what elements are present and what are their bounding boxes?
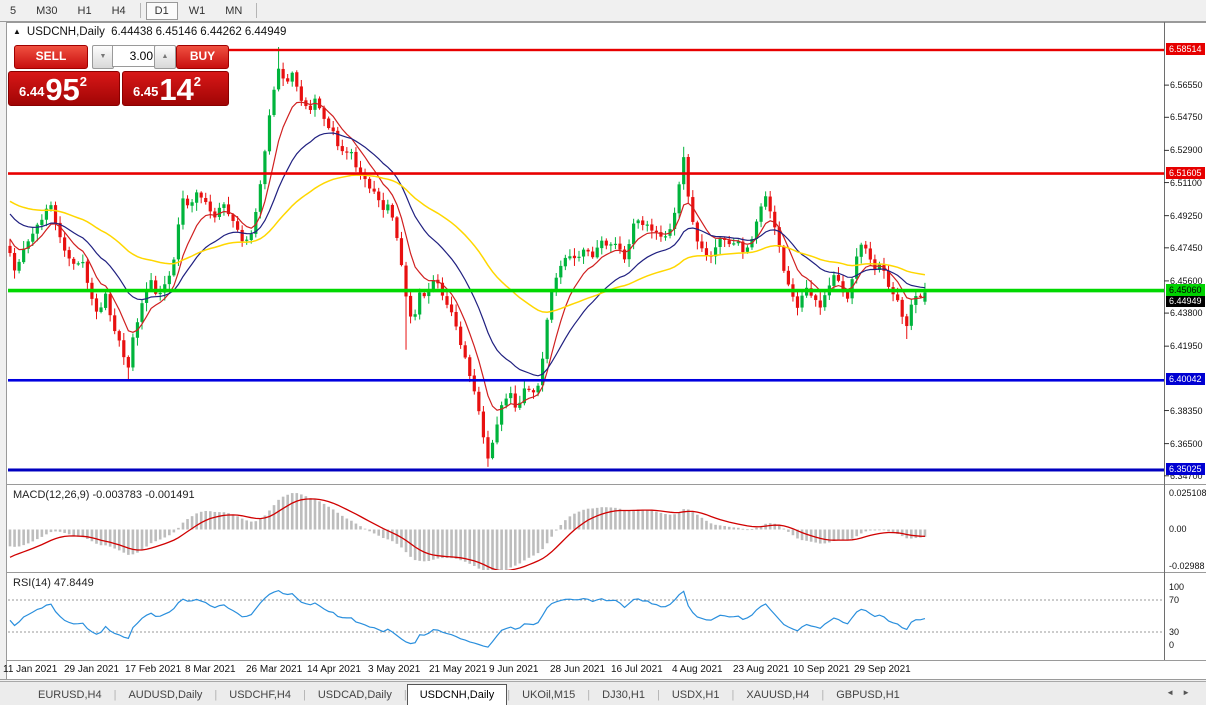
price-level-label: 6.44949 [1166,295,1205,307]
volume-input[interactable] [112,45,158,67]
tab-dj30-h1[interactable]: DJ30,H1 [590,685,657,705]
price-level-label: 6.40042 [1166,373,1205,385]
price-axis-label: 6.41950 [1170,341,1203,351]
rsi-axis-label: 30 [1169,627,1179,637]
date-axis-label: 10 Sep 2021 [793,664,850,675]
rsi-axis-label: 100 [1169,582,1184,592]
rsi-axis-label: 70 [1169,595,1179,605]
price-axis-label: 6.56550 [1170,80,1203,90]
price-axis-label: 6.36500 [1170,439,1203,449]
tab-usdchf-h4[interactable]: USDCHF,H4 [217,685,303,705]
macd-indicator-label: MACD(12,26,9) -0.003783 -0.001491 [13,489,195,501]
buy-price-pips: 2 [194,74,201,89]
price-level-label: 6.45060 [1166,284,1205,296]
date-axis-label: 26 Mar 2021 [246,664,302,675]
tab-usdcad-daily[interactable]: USDCAD,Daily [306,685,404,705]
date-axis-label: 17 Feb 2021 [125,664,181,675]
rsi-axis-label: 0 [1169,640,1174,650]
buy-price-button[interactable]: 6.45142 [122,71,229,106]
date-axis-label: 3 May 2021 [368,664,420,675]
date-axis-label: 11 Jan 2021 [3,664,57,675]
price-axis-label: 6.47450 [1170,243,1203,253]
tabs-scroll-right-icon[interactable]: ► [1182,688,1198,697]
bar-high-value: 6.45146 [156,26,198,38]
chart-title: ▲ USDCNH,Daily 6.444386.451466.442626.449… [13,26,289,38]
trading-terminal: 5M30H1H4D1W1MN ▲USDCNH,Daily 6.444386.45… [0,0,1206,705]
bar-close-value: 6.44949 [245,26,287,38]
date-axis-label: 28 Jun 2021 [550,664,605,675]
price-level-label: 6.35025 [1166,463,1205,475]
buy-price-prefix: 6.45 [133,84,158,99]
volume-decrease-button[interactable]: ▼ [92,45,114,69]
one-click-trading-panel: SELL ▼ ▲ BUY 6.44952 6.45142 [8,42,229,106]
date-axis-label: 23 Aug 2021 [733,664,789,675]
bar-low-value: 6.44262 [200,26,242,38]
tab-scroll-arrows: ◄► [1166,688,1198,697]
sell-price-pips: 2 [80,74,87,89]
symbol-tab-bar: EURUSD,H4|AUDUSD,Daily|USDCHF,H4|USDCAD,… [0,681,1206,705]
date-axis-label: 21 May 2021 [429,664,487,675]
sell-button[interactable]: SELL [14,45,88,69]
tab-gbpusd-h1[interactable]: GBPUSD,H1 [824,685,912,705]
date-axis-label: 29 Sep 2021 [854,664,911,675]
price-level-label: 6.58514 [1166,43,1205,55]
chart-symbol-label: USDCNH,Daily [27,26,105,38]
bar-open-value: 6.44438 [111,26,153,38]
buy-price-main: 14 [159,72,193,106]
chevron-down-icon: ▼ [100,53,107,60]
date-axis-label: 14 Apr 2021 [307,664,361,675]
price-level-label: 6.51605 [1166,167,1205,179]
rsi-indicator-label: RSI(14) 47.8449 [13,577,94,589]
macd-main-value: -0.003783 [92,489,142,501]
tab-xauusd-h4[interactable]: XAUUSD,H4 [734,685,821,705]
date-axis-label: 16 Jul 2021 [611,664,663,675]
collapse-panel-icon[interactable]: ▲ [13,27,21,36]
tabs-scroll-left-icon[interactable]: ◄ [1166,688,1182,697]
date-axis-label: 4 Aug 2021 [672,664,723,675]
macd-axis-label: -0.02988 [1169,561,1205,571]
tab-ukoil-m15[interactable]: UKOil,M15 [510,685,587,705]
tab-audusd-daily[interactable]: AUDUSD,Daily [116,685,214,705]
price-axis-label: 6.51100 [1170,178,1202,188]
chevron-up-icon: ▲ [162,53,169,60]
tab-usdcnh-daily[interactable]: USDCNH,Daily [407,684,508,705]
tab-eurusd-h4[interactable]: EURUSD,H4 [26,685,114,705]
volume-increase-button[interactable]: ▲ [154,45,176,69]
macd-axis-label: 0.00 [1169,524,1187,534]
rsi-value: 47.8449 [54,577,94,589]
sell-price-main: 95 [45,72,79,106]
price-axis-label: 6.38350 [1170,406,1203,416]
price-axis-label: 6.54750 [1170,112,1203,122]
price-axis-label: 6.43800 [1170,308,1203,318]
price-axis-label: 6.49250 [1170,211,1203,221]
date-axis-label: 29 Jan 2021 [64,664,119,675]
macd-name: MACD(12,26,9) [13,489,89,501]
macd-signal-value: -0.001491 [145,489,195,501]
rsi-name: RSI(14) [13,577,51,589]
macd-axis-label: 0.025108 [1169,488,1206,498]
date-axis-label: 9 Jun 2021 [489,664,539,675]
price-axis-label: 6.52900 [1170,145,1203,155]
date-axis-label: 8 Mar 2021 [185,664,236,675]
tab-usdx-h1[interactable]: USDX,H1 [660,685,732,705]
sell-price-button[interactable]: 6.44952 [8,71,120,106]
sell-price-prefix: 6.44 [19,84,44,99]
buy-button[interactable]: BUY [176,45,229,69]
